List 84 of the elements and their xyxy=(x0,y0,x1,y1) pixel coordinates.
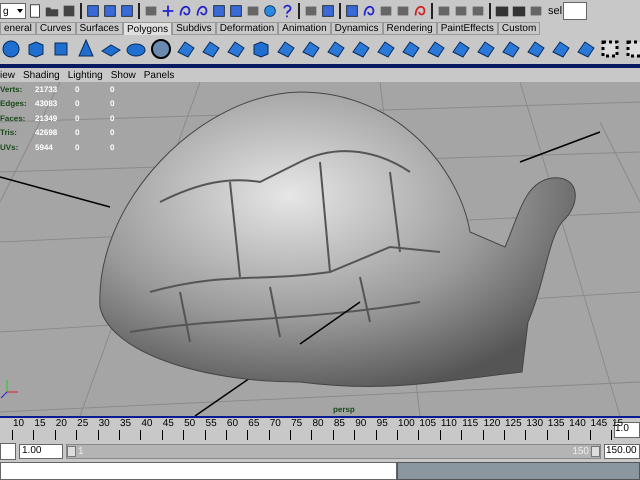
shelf-tab[interactable]: Animation xyxy=(278,22,331,35)
frame-tick-label: 125 xyxy=(504,418,522,429)
command-line-field[interactable] xyxy=(0,462,397,480)
hud-value: 0 xyxy=(110,99,116,108)
frame-tick-label: 145 xyxy=(590,418,608,429)
frame-tick-label: 60 xyxy=(226,418,238,429)
menu-set-dropdown[interactable]: g xyxy=(0,3,26,19)
hud-value: 0 xyxy=(110,84,116,94)
frame-tick-label: 85 xyxy=(334,418,345,429)
hud-value: 0 xyxy=(110,114,116,123)
hud-value: 0 xyxy=(75,128,80,138)
range-end-label: 150 xyxy=(572,446,589,456)
shelf-tab[interactable]: Subdivs xyxy=(172,22,216,35)
hud-label: UVs: xyxy=(0,142,20,152)
frame-tick-label: 15 xyxy=(34,418,46,429)
panel-menu-item[interactable]: Panels xyxy=(144,70,174,80)
hud-value: 0 xyxy=(75,99,80,108)
frame-tick-label: 30 xyxy=(98,418,110,429)
frame-tick-label: 120 xyxy=(484,418,500,429)
frame-tick-label: 80 xyxy=(312,418,324,429)
selection-mode-label[interactable]: sel xyxy=(548,5,562,17)
hud-value: 0 xyxy=(75,142,80,152)
frame-tick-label: 75 xyxy=(291,418,302,429)
hud-value: 21349 xyxy=(35,114,58,123)
frame-tick-label: 115 xyxy=(462,418,478,429)
panel-menu-item[interactable]: Shading xyxy=(23,70,60,80)
frame-tick-label: 95 xyxy=(376,418,388,429)
frame-tick-label: 70 xyxy=(270,418,281,429)
shelf-tab[interactable]: PaintEffects xyxy=(436,22,498,35)
hud-label: Edges: xyxy=(0,99,28,108)
hud-label: Faces: xyxy=(0,114,26,123)
axis-indicator-icon xyxy=(0,380,18,398)
grid-axis-line xyxy=(300,301,360,345)
hud-value: 43083 xyxy=(35,99,58,108)
panel-menu-item[interactable]: Lighting xyxy=(68,70,103,80)
frame-tick-label: 20 xyxy=(56,418,67,429)
frame-tick-label: 35 xyxy=(120,418,132,429)
hud-value: 0 xyxy=(110,128,116,138)
input-field[interactable] xyxy=(563,2,588,20)
frame-tick-label: 90 xyxy=(355,418,366,429)
frame-tick-label: 40 xyxy=(141,418,152,429)
hud-value: 5944 xyxy=(35,142,54,152)
frame-tick-label: 45 xyxy=(162,418,174,429)
hud-value: 42698 xyxy=(35,128,58,138)
document-icon[interactable] xyxy=(27,3,43,19)
panel-menu-item[interactable]: Show xyxy=(110,70,136,80)
shelf-tab[interactable]: Dynamics xyxy=(330,22,383,35)
hud-value: 21733 xyxy=(35,84,58,94)
hud-value: 0 xyxy=(75,114,80,123)
shelf-tab[interactable]: Surfaces xyxy=(76,22,123,35)
plus-icon[interactable] xyxy=(160,3,176,19)
slider-handle[interactable] xyxy=(591,446,600,456)
circle-icon[interactable] xyxy=(150,38,172,60)
hud-value: 0 xyxy=(75,84,80,94)
panel-menu-item[interactable]: iew xyxy=(0,70,16,80)
frame-tick-label: 50 xyxy=(184,418,196,429)
range-start-label: 1 xyxy=(78,446,84,456)
end-time-field[interactable]: 150.00 xyxy=(604,444,640,458)
frame-tick-label: 25 xyxy=(77,418,88,429)
shelf-tab[interactable]: eneral xyxy=(0,22,36,35)
shelf-tab[interactable]: Polygons xyxy=(122,22,172,35)
frame-tick-label: 110 xyxy=(440,418,457,429)
cube-icon[interactable] xyxy=(211,3,227,19)
shelf-tab[interactable]: Rendering xyxy=(382,22,437,35)
sphere-icon[interactable] xyxy=(262,3,278,19)
shelf-tab[interactable]: Custom xyxy=(498,22,540,35)
hud-label: Tris: xyxy=(0,128,18,138)
hud-value: 0 xyxy=(110,142,116,152)
frame-tick-label: 135 xyxy=(548,418,564,429)
frame-tick-label: 65 xyxy=(248,418,260,429)
frame-tick-label: 140 xyxy=(569,418,586,429)
start-time-field[interactable]: 1.00 xyxy=(19,444,63,458)
frame-tick-label: 130 xyxy=(526,418,544,429)
sphere-icon[interactable] xyxy=(0,38,22,60)
frame-tick-label: 105 xyxy=(419,418,436,429)
camera-name: persp xyxy=(333,405,355,414)
frame-tick-label: 10 xyxy=(13,418,24,429)
slider-handle[interactable] xyxy=(67,446,76,456)
frame-tick-label: 55 xyxy=(206,418,217,429)
shelf-tab[interactable]: Curves xyxy=(36,22,76,35)
shelf-tab[interactable]: Deformation xyxy=(216,22,278,35)
input-field[interactable] xyxy=(0,442,16,460)
hud-label: Verts: xyxy=(0,84,24,94)
frame-tick-label: 100 xyxy=(398,418,415,429)
